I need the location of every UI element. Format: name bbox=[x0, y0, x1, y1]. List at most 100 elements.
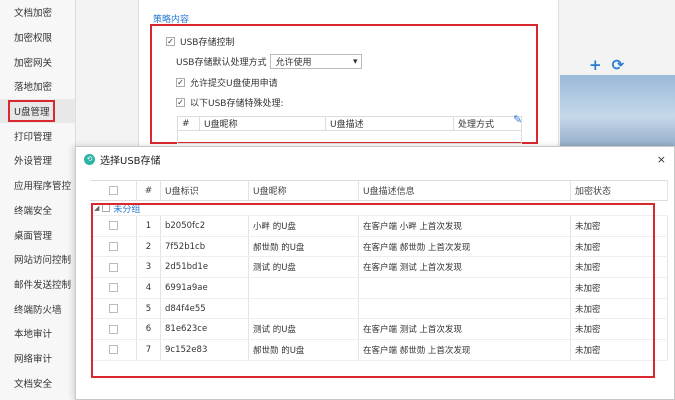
table-row[interactable]: 1 b2050fc2 小畔 的U盘 在客户端 小畔 上首次发现 未加密 bbox=[90, 216, 668, 237]
header-nickname: U盘昵称 bbox=[249, 181, 359, 200]
usb-control-row[interactable]: ✓ USB存储控制 bbox=[166, 35, 234, 48]
cell-nickname: 小畔 的U盘 bbox=[249, 216, 359, 236]
cell-nickname bbox=[249, 278, 359, 298]
sidebar-item-label: 应用程序管控 bbox=[14, 181, 72, 193]
checkbox-select-all[interactable] bbox=[108, 186, 118, 195]
row-checkbox-cell[interactable] bbox=[90, 216, 137, 236]
allow-request-row[interactable]: ✓ 允许提交U盘使用申请 bbox=[176, 76, 278, 89]
sidebar-item[interactable]: 桌面管理 bbox=[0, 222, 75, 247]
table-row[interactable]: 5 d84f4e55 未加密 bbox=[90, 298, 668, 320]
cell-num: 5 bbox=[137, 298, 161, 319]
refresh-icon[interactable]: ⟳ bbox=[612, 56, 625, 74]
sidebar-item[interactable]: 本地审计 bbox=[0, 321, 75, 346]
default-mode-value: 允许使用 bbox=[275, 58, 312, 68]
sidebar-item-label: 文档安全 bbox=[14, 378, 53, 390]
sidebar-item-label: 桌面管理 bbox=[14, 230, 53, 242]
row-checkbox[interactable] bbox=[108, 283, 118, 293]
row-checkbox[interactable] bbox=[108, 345, 118, 355]
row-checkbox[interactable] bbox=[108, 262, 118, 272]
sidebar-item[interactable]: 网络审计 bbox=[0, 346, 75, 371]
right-pane: + ⟳ bbox=[558, 0, 675, 150]
sidebar-item[interactable]: 外设管理 bbox=[0, 148, 75, 173]
sidebar-item[interactable]: 终端安全 bbox=[0, 198, 75, 223]
header-id: U盘标识 bbox=[161, 181, 249, 200]
header-desc: U盘描述信息 bbox=[359, 181, 571, 200]
usb-table-body: 1 b2050fc2 小畔 的U盘 在客户端 小畔 上首次发现 未加密 2 7f52b1cb… bbox=[90, 216, 668, 361]
sidebar-item[interactable]: 应用程序管控 bbox=[0, 173, 75, 198]
sidebar-item[interactable]: 网站访问控制 bbox=[0, 247, 75, 272]
edit-icon[interactable]: ✎ bbox=[513, 113, 522, 126]
default-mode-row: USB存储默认处理方式 允许使用 ▾ bbox=[176, 54, 363, 69]
background-image bbox=[560, 75, 675, 150]
row-checkbox[interactable] bbox=[108, 221, 118, 231]
sidebar-item[interactable]: 邮件发送控制 bbox=[0, 272, 75, 297]
cell-id: 7f52b1cb bbox=[161, 236, 249, 257]
app-logo-icon: ⟲ bbox=[84, 153, 95, 165]
sidebar-item-label: 文档加密 bbox=[14, 8, 53, 20]
table-row[interactable]: 6 81e623ce 测试 的U盘 在客户端 测试 上首次发现 未加密 bbox=[90, 319, 668, 341]
cell-num: 6 bbox=[137, 319, 161, 340]
row-checkbox[interactable] bbox=[108, 242, 118, 252]
table-row[interactable]: 3 2d51bd1e 测试 的U盘 在客户端 测试 上首次发现 未加密 bbox=[90, 257, 668, 279]
header-select-all[interactable] bbox=[90, 181, 137, 200]
sidebar-item[interactable]: 文档安全 bbox=[0, 370, 75, 395]
cell-desc: 在客户端 郝世勋 上首次发现 bbox=[359, 340, 571, 360]
sidebar-item-label: 邮件发送控制 bbox=[14, 279, 72, 291]
row-checkbox-cell[interactable] bbox=[90, 340, 137, 360]
checkbox-group[interactable] bbox=[102, 204, 111, 212]
plus-icon[interactable]: + bbox=[589, 56, 602, 74]
sidebar-item[interactable]: 文档加密 bbox=[0, 0, 75, 25]
cell-desc: 在客户端 测试 上首次发现 bbox=[359, 257, 571, 278]
sidebar-item[interactable]: U盘管理 bbox=[0, 98, 75, 124]
row-checkbox[interactable] bbox=[108, 304, 118, 314]
dialog-titlebar: ⟲ 选择USB存储 bbox=[76, 147, 674, 171]
header-status: 加密状态 bbox=[571, 181, 668, 200]
table-row[interactable]: 2 7f52b1cb 郝世勋 的U盘 在客户端 郝世勋 上首次发现 未加密 bbox=[90, 236, 668, 258]
sidebar-item[interactable]: 加密权限 bbox=[0, 25, 75, 50]
row-checkbox-cell[interactable] bbox=[90, 236, 137, 257]
sidebar-item[interactable]: 加密网关 bbox=[0, 49, 75, 74]
sidebar-item[interactable]: 落地加密 bbox=[0, 74, 75, 99]
row-checkbox[interactable] bbox=[108, 324, 118, 334]
sidebar-item-label: 网络审计 bbox=[14, 353, 53, 365]
sidebar-item-label: 终端防火墙 bbox=[14, 304, 62, 316]
cell-desc bbox=[359, 278, 571, 298]
cell-id: 6991a9ae bbox=[161, 278, 249, 298]
cell-status: 未加密 bbox=[571, 278, 668, 298]
checkbox-special[interactable]: ✓ bbox=[176, 98, 185, 107]
sidebar-item[interactable]: 打印管理 bbox=[0, 123, 75, 148]
table-row[interactable]: 7 9c152e83 郝世勋 的U盘 在客户端 郝世勋 上首次发现 未加密 bbox=[90, 340, 668, 361]
special-table-header: # U盘昵称 U盘描述 处理方式 bbox=[178, 117, 521, 131]
table-row[interactable]: 4 6991a9ae 未加密 bbox=[90, 278, 668, 299]
row-checkbox-cell[interactable] bbox=[90, 319, 137, 340]
close-icon[interactable]: × bbox=[657, 153, 666, 166]
group-row-ungrouped[interactable]: ◢ 未分组 bbox=[90, 201, 668, 216]
toolbar: + ⟳ bbox=[589, 56, 624, 74]
cell-status: 未加密 bbox=[571, 298, 668, 319]
cell-desc bbox=[359, 298, 571, 319]
cell-num: 4 bbox=[137, 278, 161, 298]
special-label: 以下USB存储特殊处理: bbox=[190, 99, 284, 109]
special-table: # U盘昵称 U盘描述 处理方式 bbox=[177, 116, 522, 144]
sidebar-item-label: 加密网关 bbox=[14, 57, 53, 69]
sidebar-item-label: 终端安全 bbox=[14, 205, 53, 217]
cell-id: 9c152e83 bbox=[161, 340, 249, 360]
cell-id: d84f4e55 bbox=[161, 298, 249, 319]
cell-nickname: 郝世勋 的U盘 bbox=[249, 236, 359, 257]
special-row[interactable]: ✓ 以下USB存储特殊处理: bbox=[176, 96, 284, 109]
cell-id: b2050fc2 bbox=[161, 216, 249, 236]
row-checkbox-cell[interactable] bbox=[90, 257, 137, 278]
checkbox-usb-control[interactable]: ✓ bbox=[166, 37, 175, 46]
checkbox-allow-request[interactable]: ✓ bbox=[176, 78, 185, 87]
policy-content-box: ✓ USB存储控制 USB存储默认处理方式 允许使用 ▾ ✓ 允许提交U盘使用申… bbox=[150, 24, 538, 144]
row-checkbox-cell[interactable] bbox=[90, 278, 137, 298]
default-mode-select[interactable]: 允许使用 ▾ bbox=[270, 54, 363, 69]
cell-nickname: 郝世勋 的U盘 bbox=[249, 340, 359, 360]
cell-num: 2 bbox=[137, 236, 161, 257]
chevron-down-icon: ▾ bbox=[352, 56, 358, 67]
col-nickname: U盘昵称 bbox=[200, 117, 326, 130]
collapse-triangle-icon[interactable]: ◢ bbox=[94, 204, 99, 212]
row-checkbox-cell[interactable] bbox=[90, 298, 137, 319]
usb-table-header: # U盘标识 U盘昵称 U盘描述信息 加密状态 bbox=[90, 181, 668, 201]
sidebar-item[interactable]: 终端防火墙 bbox=[0, 296, 75, 321]
